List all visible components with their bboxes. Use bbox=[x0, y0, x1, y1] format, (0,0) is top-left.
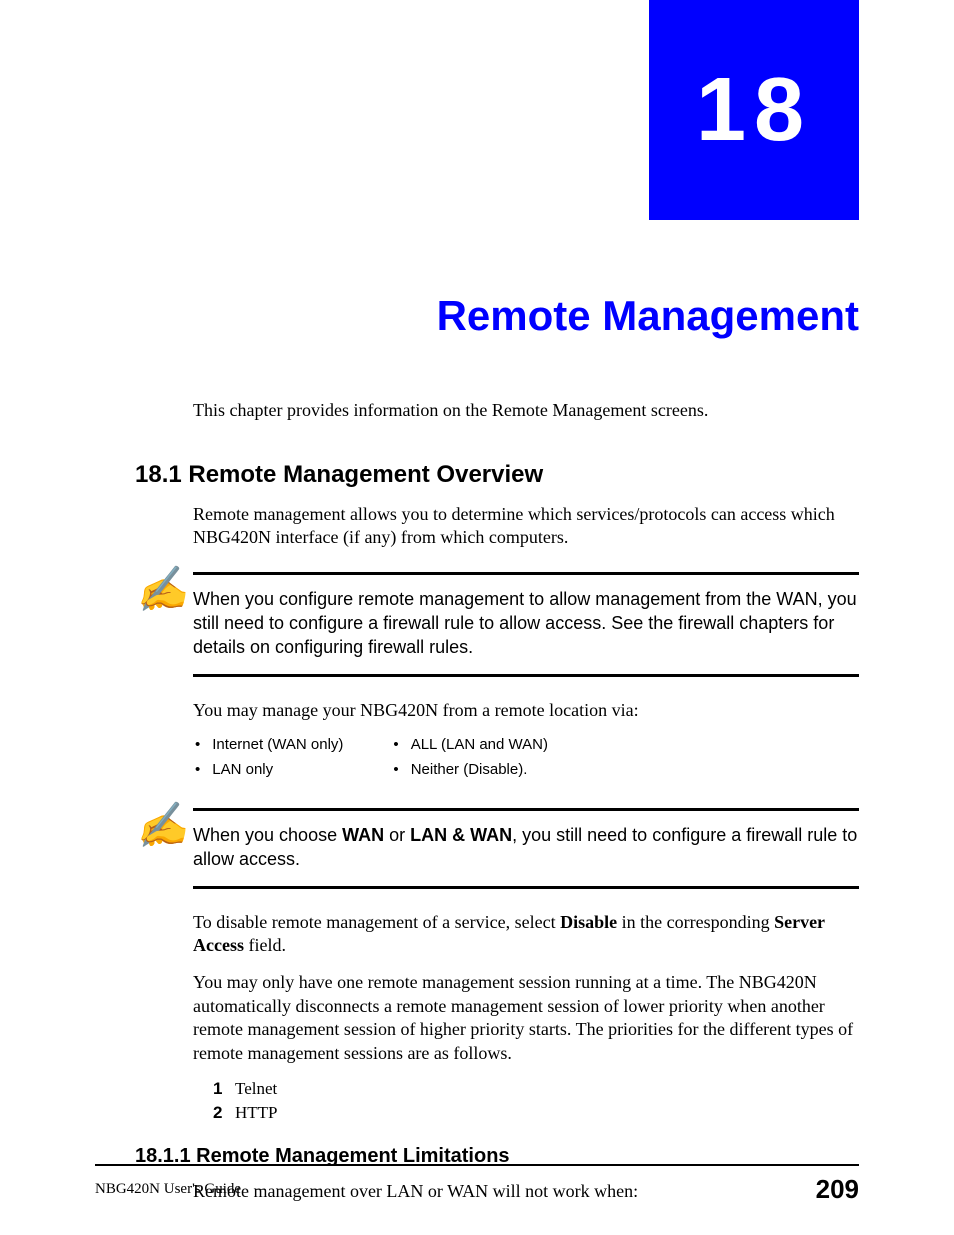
note-text: When you choose WAN or LAN & WAN, you st… bbox=[193, 825, 857, 869]
body-paragraph: You may manage your NBG420N from a remot… bbox=[193, 699, 859, 722]
note-text: When you configure remote management to … bbox=[193, 589, 857, 658]
priority-list: 1Telnet 2HTTP bbox=[213, 1079, 859, 1123]
note-icon: ✍ bbox=[132, 796, 190, 858]
note-block: ✍ When you configure remote management t… bbox=[193, 572, 859, 677]
list-item: Neither (Disable). bbox=[393, 761, 548, 778]
list-item: 2HTTP bbox=[213, 1103, 859, 1123]
options-list: Internet (WAN only) LAN only ALL (LAN an… bbox=[195, 736, 859, 786]
section-heading: 18.1 Remote Management Overview bbox=[135, 461, 859, 489]
options-column: ALL (LAN and WAN) Neither (Disable). bbox=[393, 736, 548, 786]
list-item: 1Telnet bbox=[213, 1079, 859, 1099]
body-paragraph: To disable remote management of a servic… bbox=[193, 911, 859, 958]
list-item: Internet (WAN only) bbox=[195, 736, 343, 753]
footer-page-number: 209 bbox=[816, 1174, 859, 1205]
chapter-number: 18 bbox=[696, 59, 812, 162]
chapter-intro: This chapter provides information on the… bbox=[193, 400, 859, 421]
options-column: Internet (WAN only) LAN only bbox=[195, 736, 343, 786]
page-footer: NBG420N User's Guide 209 bbox=[95, 1164, 859, 1205]
note-block: ✍ When you choose WAN or LAN & WAN, you … bbox=[193, 808, 859, 889]
note-icon: ✍ bbox=[132, 560, 190, 622]
chapter-number-box: 18 bbox=[649, 0, 859, 220]
document-page: 18 Remote Management This chapter provid… bbox=[0, 0, 954, 1235]
footer-guide-name: NBG420N User's Guide bbox=[95, 1181, 241, 1198]
body-paragraph: You may only have one remote management … bbox=[193, 971, 859, 1065]
body-paragraph: Remote management allows you to determin… bbox=[193, 503, 859, 550]
list-item: ALL (LAN and WAN) bbox=[393, 736, 548, 753]
list-item: LAN only bbox=[195, 761, 343, 778]
chapter-title: Remote Management bbox=[135, 292, 859, 340]
